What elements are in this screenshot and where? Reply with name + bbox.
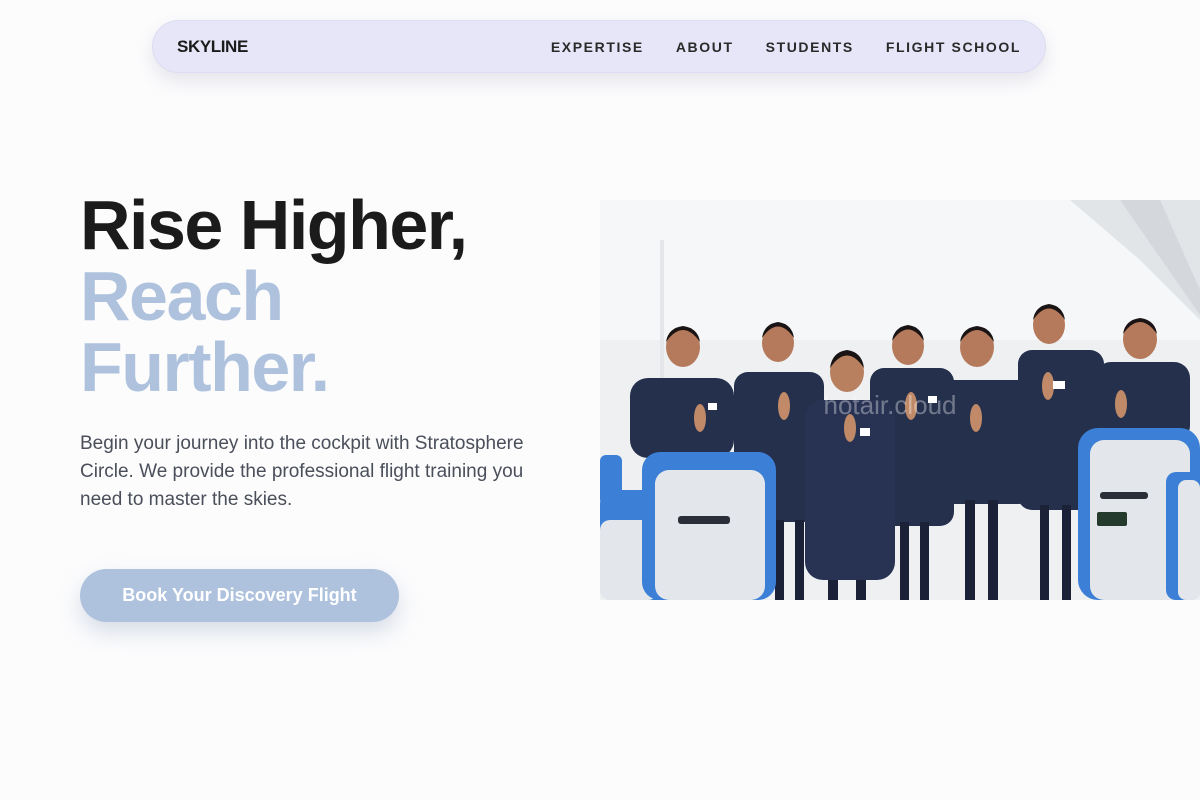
image-watermark: hotair.cloud — [824, 390, 957, 420]
headline-line-2: Reach — [80, 257, 284, 335]
nav-link-about[interactable]: ABOUT — [676, 39, 734, 55]
nav-link-flight-school[interactable]: FLIGHT SCHOOL — [886, 39, 1021, 55]
nav-links: EXPERTISE ABOUT STUDENTS FLIGHT SCHOOL — [551, 39, 1021, 55]
nav-link-expertise[interactable]: EXPERTISE — [551, 39, 644, 55]
top-navbar: SKYLINE EXPERTISE ABOUT STUDENTS FLIGHT … — [152, 20, 1046, 73]
brand-logo[interactable]: SKYLINE — [177, 37, 248, 57]
headline-line-3: Further. — [80, 328, 330, 406]
nav-link-students[interactable]: STUDENTS — [766, 39, 854, 55]
cabin-crew-photo: hotair.cloud — [600, 200, 1200, 600]
hero-image: hotair.cloud — [600, 200, 1200, 600]
headline-line-1: Rise Higher, — [80, 186, 468, 264]
hero-headline: Rise Higher, Reach Further. — [80, 186, 468, 406]
book-discovery-flight-button[interactable]: Book Your Discovery Flight — [80, 569, 399, 622]
hero-description: Begin your journey into the cockpit with… — [80, 433, 524, 510]
